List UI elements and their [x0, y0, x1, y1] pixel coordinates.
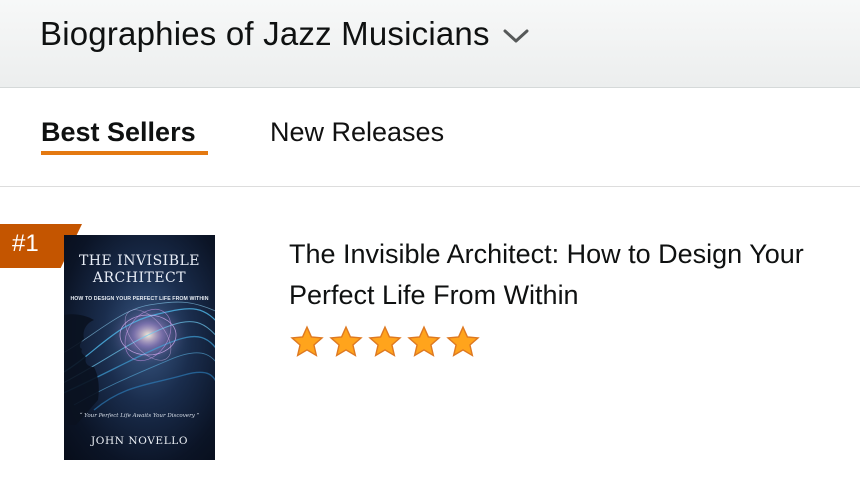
- active-tab-underline: [41, 151, 208, 155]
- cover-author: JOHN NOVELLO: [90, 435, 189, 447]
- cover-title-line: THE INVISIBLE: [78, 253, 201, 269]
- cover-quote: “ Your Perfect Life Awaits Your Discover…: [79, 413, 200, 419]
- star-icon: [368, 325, 402, 357]
- star-icon: [407, 325, 441, 357]
- rank-number: #1: [12, 230, 39, 257]
- star-icon: [329, 325, 363, 357]
- book-cover-image[interactable]: THE INVISIBLE ARCHITECT HOW TO DESIGN YO…: [64, 235, 215, 460]
- star-icon: [290, 325, 324, 357]
- category-header: Biographies of Jazz Musicians: [0, 0, 860, 88]
- cover-subtitle: HOW TO DESIGN YOUR PERFECT LIFE FROM WIT…: [70, 296, 209, 302]
- category-title: Biographies of Jazz Musicians: [40, 15, 490, 52]
- tab-new-releases[interactable]: New Releases: [270, 117, 444, 148]
- cover-title-line: ARCHITECT: [92, 270, 187, 286]
- category-dropdown[interactable]: Biographies of Jazz Musicians: [40, 12, 530, 56]
- star-rating[interactable]: [290, 325, 485, 359]
- list-item: #1 THE INVISIBLE ARCHITECT HOW TO DESIGN…: [0, 188, 860, 493]
- chevron-down-icon[interactable]: [502, 26, 530, 46]
- star-icon: [446, 325, 480, 357]
- tab-bar: Best Sellers New Releases: [0, 89, 860, 187]
- product-title-link[interactable]: The Invisible Architect: How to Design Y…: [289, 234, 839, 316]
- tab-best-sellers[interactable]: Best Sellers: [41, 117, 196, 148]
